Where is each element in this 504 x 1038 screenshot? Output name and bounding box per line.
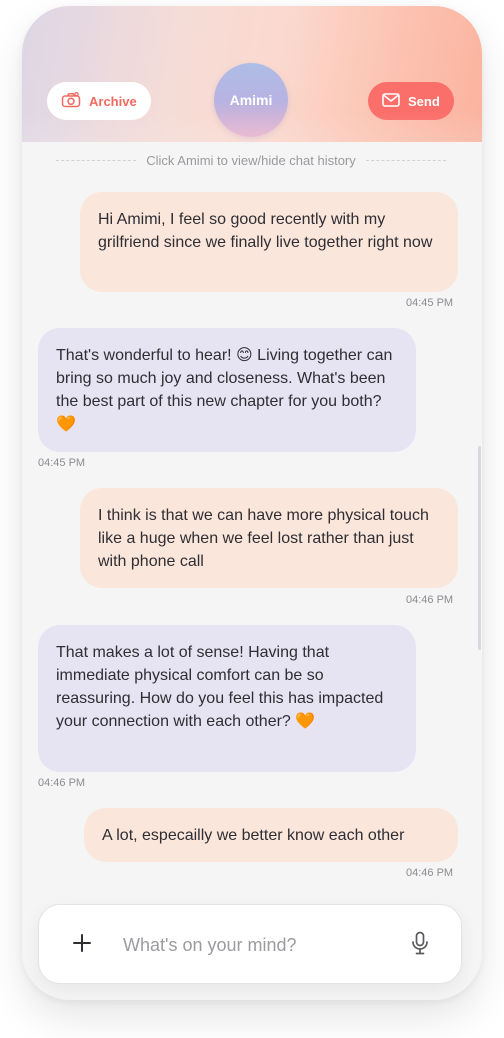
message-text: I think is that we can have more physica… [98,507,429,570]
message-input[interactable] [123,931,393,959]
bot-message: That's wonderful to hear! 😊 Living toget… [38,328,416,452]
message-text: That's wonderful to hear! 😊 Living toget… [56,347,393,433]
add-button[interactable] [67,930,97,960]
microphone-icon [411,931,429,960]
history-hint-text: Click Amimi to view/hide chat history [146,152,356,168]
voice-button[interactable] [405,930,435,960]
message-timestamp: 04:45 PM [406,297,454,309]
plus-icon [72,933,92,958]
message-text: Hi Amimi, I feel so good recently with m… [98,211,433,251]
send-button[interactable]: Send [368,82,454,120]
user-message: A lot, especailly we better know each ot… [84,808,458,862]
message-timestamp: 04:46 PM [406,594,454,606]
message-timestamp: 04:45 PM [38,457,86,469]
amimi-avatar[interactable]: Amimi [214,63,288,137]
user-message: I think is that we can have more physica… [80,488,458,588]
message-composer [38,904,462,984]
envelope-icon [382,92,400,110]
message-text: A lot, especailly we better know each ot… [102,827,405,844]
history-hint[interactable]: Click Amimi to view/hide chat history [56,152,447,168]
user-message: Hi Amimi, I feel so good recently with m… [80,192,458,292]
divider-right [365,159,447,161]
message-timestamp: 04:46 PM [406,867,454,879]
archive-button[interactable]: Archive [47,82,151,120]
avatar-name: Amimi [229,92,273,108]
divider-left [56,159,137,161]
chat-scrollbar[interactable] [478,446,481,650]
message-timestamp: 04:46 PM [38,777,86,789]
chat-header: Archive Amimi Send [22,6,482,142]
archive-icon [61,91,81,111]
archive-label: Archive [89,93,137,109]
send-label: Send [408,93,440,109]
bot-message: That makes a lot of sense! Having that i… [38,625,416,772]
message-text: That makes a lot of sense! Having that i… [56,644,384,730]
phone-frame: Archive Amimi Send Click Amimi to view/h… [22,6,482,1000]
